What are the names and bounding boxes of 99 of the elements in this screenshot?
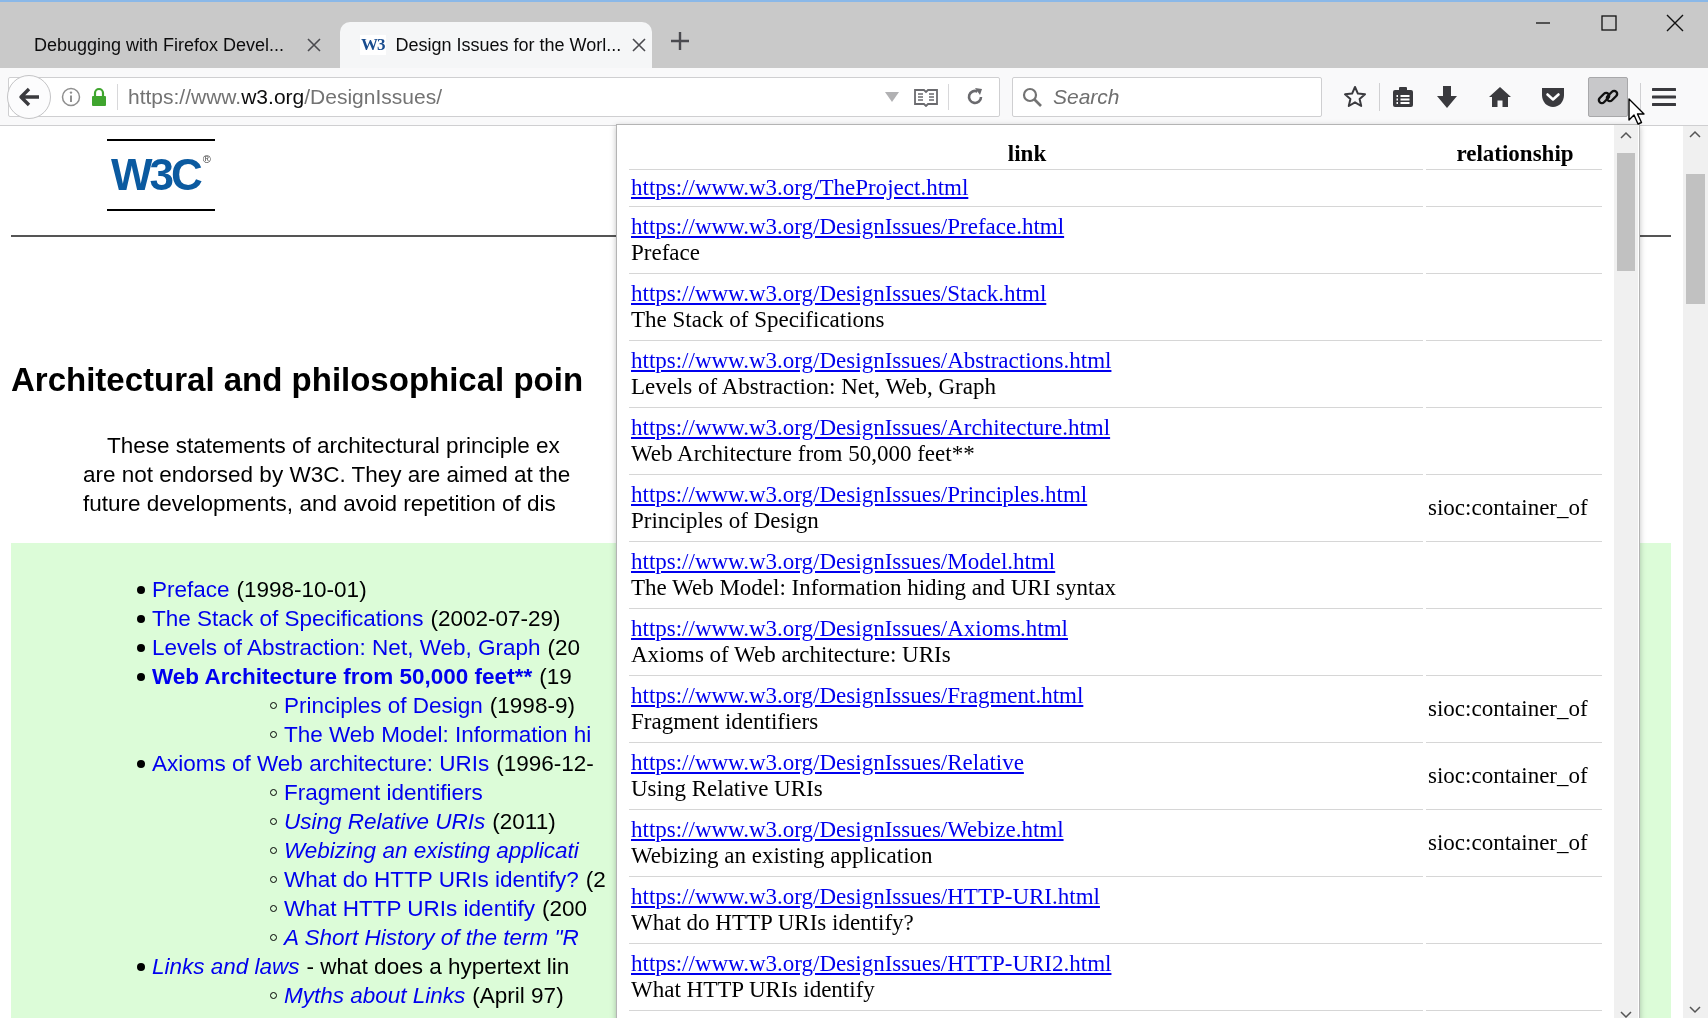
link-url[interactable]: https://www.w3.org/DesignIssues/Architecture.html (631, 414, 1111, 441)
bullet-icon (137, 643, 145, 652)
link-title: Levels of Abstraction: Net, Web, Graph (631, 373, 997, 400)
page-heading: Architectural and philosophical poin (11, 360, 584, 400)
contents-link[interactable]: What do HTTP URIs identify? (284, 866, 579, 893)
column-header: relationship (1426, 139, 1602, 170)
favicon: W3 (360, 35, 386, 55)
link-url[interactable]: https://www.w3.org/DesignIssues/Model.html (631, 548, 1056, 575)
browser-tab[interactable]: Debugging with Firefox Devel... (14, 22, 340, 68)
tab-close-icon[interactable] (306, 37, 322, 53)
intro-paragraph: These statements of architectural principle ex are not endorsed by W3C. They are aimed at the future developments, and avoid repetition of dis (83, 432, 571, 518)
link-url[interactable]: https://www.w3.org/DesignIssues/Webize.html (631, 816, 1064, 843)
close-icon[interactable] (1666, 14, 1684, 32)
link-title: The Stack of Specifications (631, 306, 886, 333)
contents-link[interactable]: The Stack of Specifications (152, 605, 424, 632)
url-text: https://www.w3.org/DesignIssues/ (128, 84, 443, 109)
link-url[interactable]: https://www.w3.org/DesignIssues/Axioms.html (631, 615, 1068, 642)
link-url[interactable]: https://www.w3.org/DesignIssues/Principles.html (631, 481, 1088, 508)
date-note: - what does a hypertext lin (306, 953, 570, 980)
bullet-icon (137, 585, 145, 594)
link-url[interactable]: https://www.w3.org/DesignIssues/HTTP-URI2.html (631, 950, 1112, 977)
reload-icon[interactable] (965, 86, 985, 107)
contents-link[interactable]: Myths about Links (284, 982, 466, 1009)
bullet-icon (137, 759, 145, 768)
relationship-text: sioc:container_of (1428, 829, 1589, 856)
contents-link[interactable]: Axioms of Web architecture: URIs (152, 750, 490, 777)
relationship-text: sioc:container_of (1428, 762, 1589, 789)
date-note: (April 97) (472, 982, 564, 1009)
maximize-icon[interactable] (1600, 14, 1618, 32)
contents-link[interactable]: Web Architecture from 50,000 feet** (152, 663, 533, 690)
link-title: Axioms of Web architecture: URIs (631, 641, 952, 668)
link-title: What do HTTP URIs identify? (631, 909, 915, 936)
scrollbar-thumb[interactable] (1617, 153, 1635, 271)
relationship-text: sioc:container_of (1428, 695, 1589, 722)
bullet-icon (137, 672, 145, 681)
address-bar[interactable]: https://www.w3.org/DesignIssues/ (8, 76, 1000, 117)
date-note: (19 (539, 663, 572, 690)
date-note: (1998-10-01) (236, 576, 367, 603)
link-url[interactable]: https://www.w3.org/TheProject.html (631, 174, 969, 201)
scroll-up-icon[interactable] (1620, 131, 1632, 139)
date-note: (1996-12- (496, 750, 594, 777)
star-icon (1343, 84, 1367, 109)
chain-link-button[interactable] (1588, 76, 1628, 117)
back-button[interactable] (7, 74, 51, 119)
date-note: (200 (541, 895, 587, 922)
back-arrow-icon (18, 86, 40, 107)
contents-link[interactable]: Levels of Abstraction: Net, Web, Graph (152, 634, 541, 661)
contents-link[interactable]: Links and laws (152, 953, 300, 980)
home-icon (1488, 85, 1512, 108)
date-note: (2002-07-29) (430, 605, 561, 632)
column-header: link (629, 139, 1423, 170)
date-note: (1998-9) (489, 692, 575, 719)
contents-link[interactable]: Webizing an existing applicati (284, 837, 579, 864)
link-url[interactable]: https://www.w3.org/DesignIssues/HTTP-URI.html (631, 883, 1100, 910)
reader-view-icon[interactable] (914, 86, 938, 107)
date-note: (2 (585, 866, 606, 893)
link-title: What HTTP URIs identify (631, 976, 876, 1003)
new-tab-icon[interactable] (670, 31, 690, 51)
pocket-icon (1541, 85, 1565, 108)
link-title: Using Relative URIs (631, 775, 824, 802)
bullet-icon (137, 962, 145, 971)
tab-close-icon[interactable] (631, 37, 648, 53)
link-url[interactable]: https://www.w3.org/DesignIssues/Stack.html (631, 280, 1047, 307)
menu-icon (1652, 86, 1676, 107)
contents-link[interactable]: The Web Model: Information hi (284, 721, 592, 748)
link-title: Fragment identifiers (631, 708, 820, 735)
link-url[interactable]: https://www.w3.org/DesignIssues/Fragment.html (631, 682, 1084, 709)
scrollbar-thumb[interactable] (1686, 174, 1705, 304)
download-icon (1436, 84, 1458, 109)
clipboard-list-icon (1392, 85, 1414, 108)
tab-title: Debugging with Firefox Devel... (34, 34, 286, 56)
link-title: The Web Model: Information hiding and URI syntax (631, 574, 1118, 601)
search-icon (1022, 86, 1042, 107)
contents-link[interactable]: Fragment identifiers (284, 779, 483, 806)
link-title: Principles of Design (631, 507, 820, 534)
scroll-down-icon[interactable] (1689, 1006, 1701, 1014)
relationship-text: sioc:container_of (1428, 494, 1589, 521)
link-url[interactable]: https://www.w3.org/DesignIssues/Relative (631, 749, 1024, 776)
w3c-logo: W3C$^{®}$ (107, 139, 215, 211)
link-title: Preface (631, 239, 701, 266)
link-url[interactable]: https://www.w3.org/DesignIssues/Abstractions.html (631, 347, 1112, 374)
info-icon[interactable] (61, 86, 81, 107)
contents-link[interactable]: Preface (152, 576, 230, 603)
contents-link[interactable]: Using Relative URIs (284, 808, 486, 835)
link-title: Web Architecture from 50,000 feet** (631, 440, 976, 467)
scroll-down-icon[interactable] (1620, 1011, 1632, 1018)
link-url[interactable]: https://www.w3.org/DesignIssues/Preface.html (631, 213, 1065, 240)
contents-link[interactable]: What HTTP URIs identify (284, 895, 535, 922)
bullet-icon (137, 614, 145, 623)
lock-icon[interactable] (91, 86, 107, 107)
browser-tab[interactable]: W3 Design Issues for the Worl... (340, 22, 652, 68)
tab-title: Design Issues for the Worl... (395, 34, 622, 56)
search-field[interactable]: Search (1012, 76, 1322, 117)
date-note: (20 (547, 634, 581, 661)
scroll-up-icon[interactable] (1689, 130, 1701, 138)
contents-link[interactable]: A Short History of the term "R (284, 924, 579, 951)
date-note: (2011) (492, 808, 556, 835)
contents-link[interactable]: Principles of Design (284, 692, 483, 719)
link-title: Webizing an existing application (631, 842, 934, 869)
